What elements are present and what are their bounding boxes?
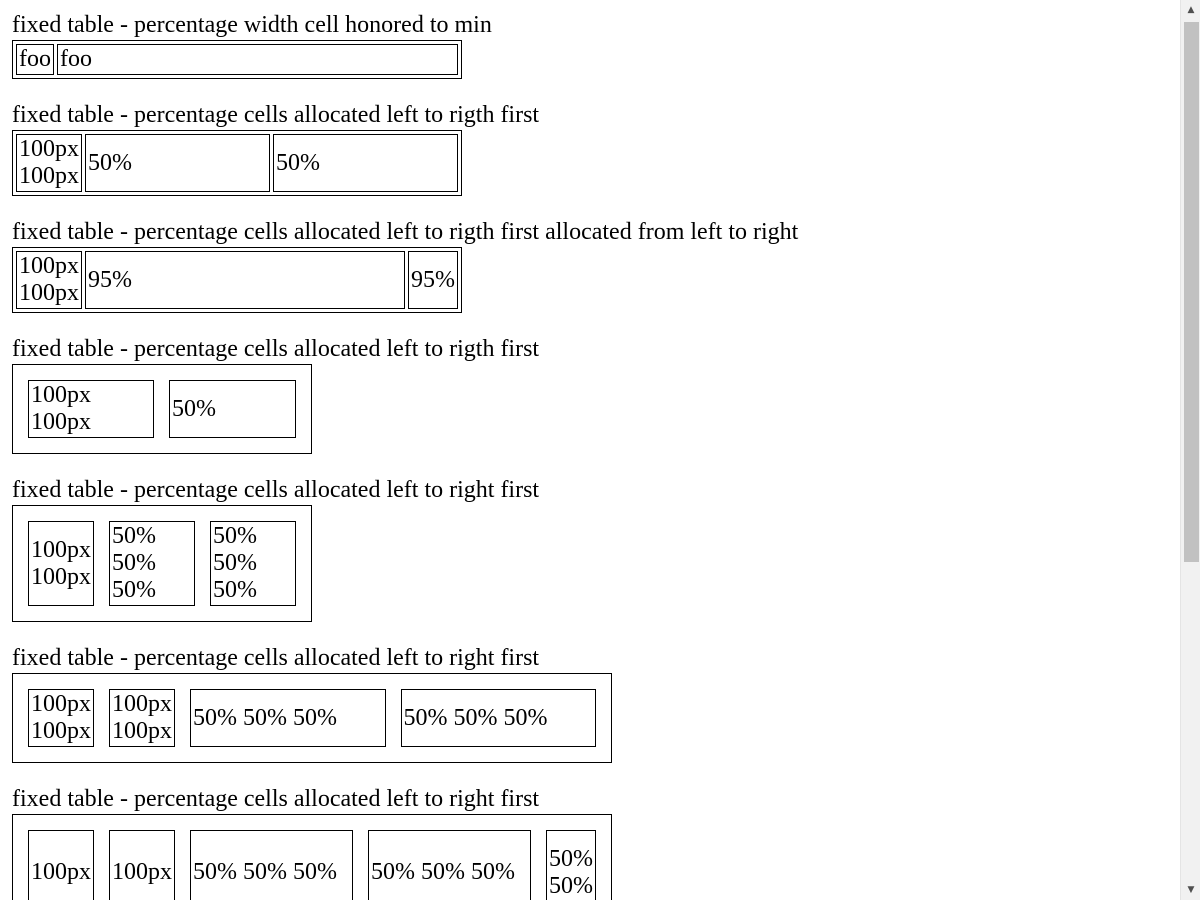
cell-text: 100px 100px bbox=[31, 691, 91, 744]
fixed-table: 100px 100px 50% bbox=[12, 364, 312, 454]
section-title: fixed table - percentage cells allocated… bbox=[12, 336, 540, 362]
scroll-down-arrow-icon[interactable]: ▼ bbox=[1181, 880, 1200, 900]
fixed-table: 100px 100px 95% 95% bbox=[12, 247, 462, 313]
section-title: fixed table - percentage width cell hono… bbox=[12, 12, 492, 38]
section-title: fixed table - percentage cells allocated… bbox=[12, 219, 799, 245]
fixed-table: 100px 100px 50% 50% 50% 50% 50% 50% bbox=[12, 505, 312, 622]
table-cell: foo bbox=[16, 44, 54, 75]
table-cell: 100px 100px bbox=[16, 251, 82, 309]
table-cell: 50% 50% 50% bbox=[210, 521, 296, 606]
page-content: fixed table - percentage width cell hono… bbox=[12, 10, 1172, 900]
table-cell: 50% bbox=[169, 380, 296, 438]
table-cell: 100px bbox=[28, 830, 94, 900]
table-cell: 100px 100px bbox=[28, 521, 94, 606]
table-cell: 100px 100px bbox=[28, 380, 154, 438]
table-cell: 50% 50% 50% bbox=[400, 689, 596, 747]
table-cell: 100px 100px bbox=[28, 689, 94, 747]
cell-text: 100px 100px bbox=[19, 136, 79, 189]
table-cell: 50% bbox=[85, 134, 270, 192]
table-cell: 100px 100px bbox=[16, 134, 82, 192]
table-cell: 50% 50% 50% bbox=[190, 689, 386, 747]
table-cell: 95% bbox=[85, 251, 405, 309]
table-cell: 100px 100px bbox=[109, 689, 175, 747]
page-viewport: fixed table - percentage width cell hono… bbox=[0, 0, 1180, 900]
section-title: fixed table - percentage cells allocated… bbox=[12, 102, 540, 128]
section-title: fixed table - percentage cells allocated… bbox=[12, 786, 540, 812]
fixed-table: 100px 100px 100px 100px 50% 50% 50% 50% … bbox=[12, 673, 612, 763]
table-cell: 95% bbox=[408, 251, 458, 309]
cell-text: 100px 100px bbox=[19, 253, 79, 306]
section-title: fixed table - percentage cells allocated… bbox=[12, 477, 540, 503]
scrollbar-thumb[interactable] bbox=[1184, 22, 1199, 562]
table-cell: 100px bbox=[109, 830, 175, 900]
cell-text: 100px 100px bbox=[31, 536, 91, 590]
table-cell: 50% 50% 50% bbox=[368, 830, 531, 900]
table-cell: foo bbox=[57, 44, 458, 75]
fixed-table: 100px 100px 50% 50% 50% 50% 50% 50% 50% … bbox=[12, 814, 612, 900]
table-cell: 50% 50% 50% bbox=[109, 521, 195, 606]
fixed-table: foo foo bbox=[12, 40, 462, 79]
cell-text: 100px 100px bbox=[112, 691, 172, 744]
cell-text: 50% 50% 50% bbox=[213, 523, 257, 603]
table-cell: 50% 50% bbox=[546, 830, 596, 900]
cell-text: 50% 50% 50% bbox=[112, 523, 156, 603]
table-cell: 50% 50% 50% bbox=[190, 830, 353, 900]
cell-text: 100px 100px bbox=[31, 382, 91, 435]
table-cell: 50% bbox=[273, 134, 458, 192]
vertical-scrollbar[interactable]: ▲ ▼ bbox=[1180, 0, 1200, 900]
section-title: fixed table - percentage cells allocated… bbox=[12, 645, 540, 671]
fixed-table: 100px 100px 50% 50% bbox=[12, 130, 462, 196]
cell-text: 50% 50% bbox=[549, 845, 593, 899]
scroll-up-arrow-icon[interactable]: ▲ bbox=[1181, 0, 1200, 20]
